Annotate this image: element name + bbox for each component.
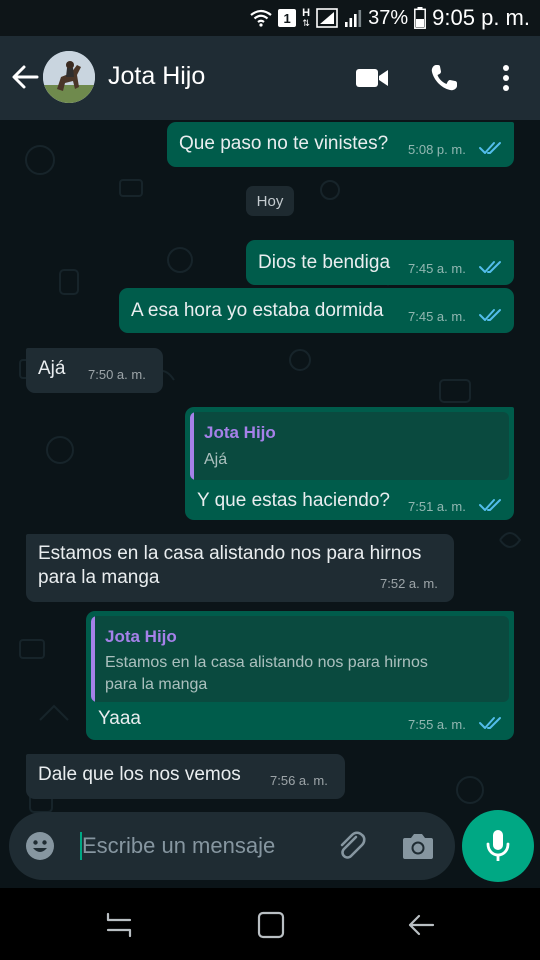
message-time: 7:56 a. m. xyxy=(270,773,328,788)
voice-message-button[interactable] xyxy=(462,810,534,882)
message-time: 7:45 a. m. xyxy=(408,309,466,324)
back-arrow-icon xyxy=(12,65,39,89)
message-outgoing[interactable]: Que paso no te vinistes? 5:08 p. m. xyxy=(167,122,514,167)
voice-call-button[interactable] xyxy=(426,60,462,96)
more-options-button[interactable] xyxy=(488,60,524,96)
avatar[interactable] xyxy=(43,51,95,103)
data-arrows-icon: ⇅ xyxy=(302,18,310,28)
double-check-icon xyxy=(479,309,501,321)
message-text: Dios te bendiga xyxy=(258,252,391,273)
quoted-message[interactable]: Jota Hijo Ajá xyxy=(190,412,509,480)
double-check-icon xyxy=(479,261,501,273)
contact-name[interactable]: Jota Hijo xyxy=(108,62,205,91)
camera-button[interactable] xyxy=(401,831,435,861)
back-nav-icon xyxy=(408,914,435,936)
message-text-line-2: para la manga xyxy=(38,567,160,588)
microphone-icon xyxy=(486,830,510,861)
double-check-icon xyxy=(479,717,501,729)
more-vert-icon xyxy=(503,65,509,91)
status-bar: 1 H ⇅ 37% 9:05 p. m. xyxy=(0,0,540,36)
status-icons: 1 H ⇅ 37% 9:05 p. m. xyxy=(250,4,530,32)
message-incoming[interactable]: Dale que los nos vemos 7:56 a. m. xyxy=(26,754,345,799)
recent-apps-icon xyxy=(106,912,132,938)
battery-percent: 37% xyxy=(368,6,409,29)
message-input[interactable] xyxy=(82,830,332,862)
quote-accent-bar xyxy=(190,412,194,480)
message-text: Que paso no te vinistes? xyxy=(179,133,389,154)
quote-author: Jota Hijo xyxy=(105,627,177,646)
horse-rider-photo-icon xyxy=(43,51,95,103)
message-text: Ajá xyxy=(38,358,66,379)
message-text: Dale que los nos vemos xyxy=(38,764,241,785)
attach-button[interactable] xyxy=(335,830,367,862)
battery-icon xyxy=(414,7,427,29)
clock: 9:05 p. m. xyxy=(432,5,530,30)
emoji-icon xyxy=(26,832,54,860)
network-type-icon: H ⇅ xyxy=(302,7,311,29)
system-nav-bar xyxy=(0,888,540,960)
quote-accent-bar xyxy=(91,616,95,702)
phone-icon xyxy=(431,65,457,91)
signal-strength-icon-1 xyxy=(316,8,338,28)
message-outgoing[interactable]: Dios te bendiga 7:45 a. m. xyxy=(246,240,514,285)
paperclip-icon xyxy=(340,831,366,859)
message-text: Y que estas haciendo? xyxy=(197,490,390,511)
message-time: 7:45 a. m. xyxy=(408,261,466,276)
back-nav-button[interactable] xyxy=(406,910,436,940)
message-text: A esa hora yo estaba dormida xyxy=(131,300,384,321)
message-time: 7:55 a. m. xyxy=(408,717,466,732)
message-outgoing[interactable]: Jota Hijo Estamos en la casa alistando n… xyxy=(86,611,514,740)
message-text: Yaaa xyxy=(98,708,141,729)
chat-header: Jota Hijo xyxy=(0,36,540,120)
message-time: 5:08 p. m. xyxy=(408,142,466,157)
message-incoming[interactable]: Ajá 7:50 a. m. xyxy=(26,348,163,393)
signal-strength-icon-2 xyxy=(345,10,362,27)
chat-area[interactable]: Que paso no te vinistes? 5:08 p. m. Hoy … xyxy=(0,120,540,888)
double-check-icon xyxy=(479,499,501,511)
quote-author: Jota Hijo xyxy=(204,423,276,442)
message-outgoing[interactable]: Jota Hijo Ajá Y que estas haciendo? 7:51… xyxy=(185,407,514,520)
network-type-label: H xyxy=(302,7,311,19)
message-incoming[interactable]: Estamos en la casa alistando nos para hi… xyxy=(26,534,454,602)
quote-text: Ajá xyxy=(204,451,228,468)
emoji-button[interactable] xyxy=(25,831,55,861)
message-composer xyxy=(9,812,455,880)
video-call-button[interactable] xyxy=(354,60,390,96)
message-outgoing[interactable]: A esa hora yo estaba dormida 7:45 a. m. xyxy=(119,288,514,333)
video-call-icon xyxy=(356,69,388,87)
sim-badge: 1 xyxy=(278,9,297,27)
double-check-icon xyxy=(479,142,501,154)
message-time: 7:52 a. m. xyxy=(380,576,438,591)
message-text-line-1: Estamos en la casa alistando nos para hi… xyxy=(38,543,422,564)
recent-apps-button[interactable] xyxy=(104,910,134,940)
message-time: 7:51 a. m. xyxy=(408,499,466,514)
date-separator: Hoy xyxy=(246,186,294,216)
back-button[interactable] xyxy=(8,60,42,94)
home-square-icon xyxy=(257,911,285,939)
wifi-icon xyxy=(250,9,272,27)
message-time: 7:50 a. m. xyxy=(88,367,146,382)
quoted-message[interactable]: Jota Hijo Estamos en la casa alistando n… xyxy=(91,616,509,702)
home-button[interactable] xyxy=(256,910,286,940)
quote-text-line-2: para la manga xyxy=(105,676,208,693)
camera-icon xyxy=(403,834,433,859)
quote-text-line-1: Estamos en la casa alistando nos para hi… xyxy=(105,654,428,671)
